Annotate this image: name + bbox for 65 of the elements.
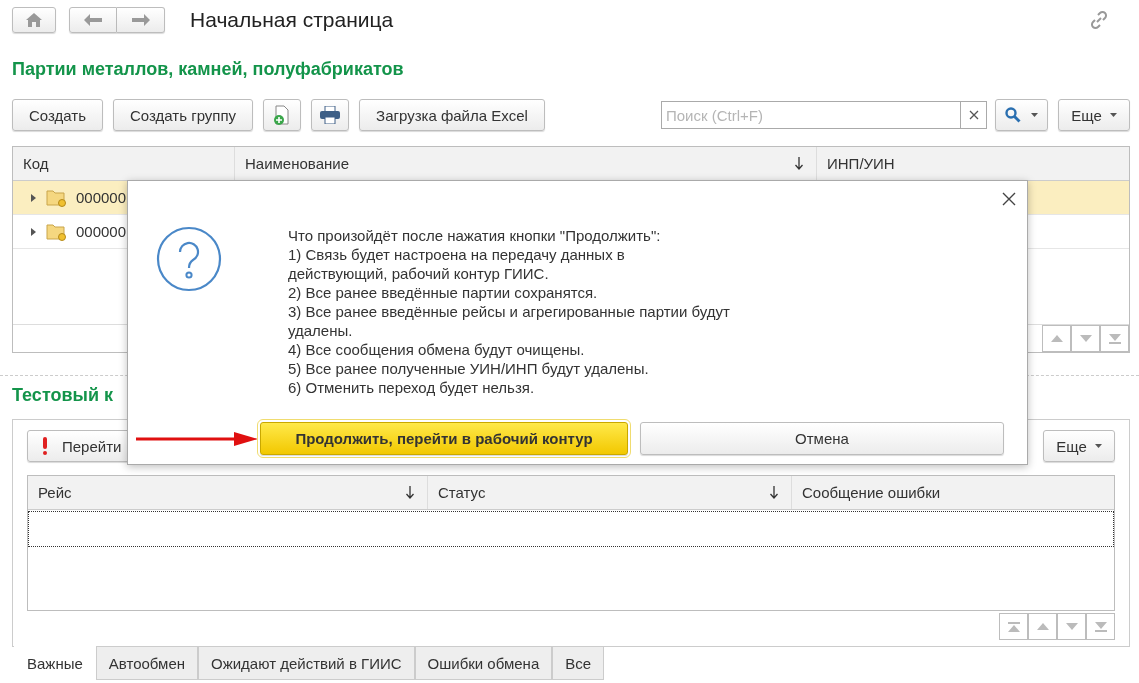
scroll-down-button[interactable] [1057, 613, 1086, 640]
search-button[interactable] [995, 99, 1048, 131]
clear-button[interactable] [961, 101, 987, 129]
toolbar-button[interactable]: Загрузка файла Excel [359, 99, 545, 131]
home-icon [26, 13, 42, 27]
scroll-end-icon [1108, 333, 1121, 344]
tab[interactable]: Ошибки обмена [414, 646, 553, 680]
scroll-start-button[interactable] [999, 613, 1028, 640]
toolbar-button[interactable]: Создать [12, 99, 103, 131]
scroll-end-icon [1094, 621, 1107, 632]
more-button[interactable]: Еще [1058, 99, 1130, 131]
table-cell: 000000 [76, 189, 127, 206]
tab[interactable]: Ожидают действий в ГИИС [198, 646, 415, 680]
down-triangle-icon [1079, 335, 1092, 342]
caret-icon [1094, 444, 1102, 448]
forward-button[interactable] [117, 7, 165, 33]
scroll-up-button[interactable] [1028, 613, 1057, 640]
scroll-up-button[interactable] [1042, 325, 1071, 352]
column-header[interactable]: ИНП/УИН [817, 147, 1129, 180]
add-document-button[interactable] [263, 99, 302, 131]
scroll-down-button[interactable] [1071, 325, 1100, 352]
scroll-start-icon [1007, 621, 1020, 632]
right-arrow-icon [131, 14, 150, 26]
sort-arrow-icon [405, 486, 415, 499]
folder-icon [46, 222, 66, 241]
scroll-end-button[interactable] [1100, 325, 1129, 352]
up-triangle-icon [1050, 335, 1063, 342]
section-title: Партии металлов, камней, полуфабрикатов [12, 59, 405, 81]
print-button[interactable] [311, 99, 350, 131]
tab[interactable]: Все [552, 646, 605, 680]
search-icon [1005, 107, 1021, 123]
down-triangle-icon [1065, 623, 1078, 630]
page-title: Начальная страница [190, 8, 394, 32]
close-icon[interactable] [1002, 192, 1016, 206]
sort-arrow-icon [794, 157, 804, 170]
add-document-icon [273, 105, 292, 125]
clear-icon [968, 110, 979, 120]
column-header[interactable]: Статус [428, 476, 792, 509]
sort-arrow-icon [769, 486, 779, 499]
printer-icon [320, 106, 341, 124]
dialog-message: Что произойдёт после нажатия кнопки "Продолжить": 1) Связь будет настроена на передачу данных в действующий, рабочий контур ГИИС. 2) Все ранее введённые партии сохранятся. 3) Все ранее введённые рейсы и агрегированные партии будут удалены. 4) Все сообщения обмена будут очищены. 5) Все ранее полученные УИН/ИНП будут удалены. 6) Отменить переход будет нельзя. [288, 226, 730, 397]
section-title: Тестовый к [12, 385, 113, 407]
tab[interactable]: Автообмен [95, 646, 199, 680]
search-field[interactable]: Поиск (Ctrl+F) [661, 101, 961, 129]
left-arrow-icon [84, 14, 102, 26]
up-triangle-icon [1036, 623, 1049, 630]
expand-icon[interactable] [31, 227, 36, 236]
toolbar-button[interactable]: Создать группу [113, 99, 254, 131]
more-button[interactable]: Еще [1043, 430, 1115, 462]
caret-icon [1109, 113, 1117, 117]
column-header[interactable]: Рейс [28, 476, 428, 509]
home-button[interactable] [12, 7, 56, 33]
dialog-button[interactable]: Продолжить, перейти в рабочий контур [260, 422, 628, 455]
column-header[interactable]: Сообщение ошибки [792, 476, 1114, 509]
table-cell: 000000 [76, 223, 127, 240]
question-icon [156, 226, 222, 292]
expand-icon[interactable] [31, 193, 36, 202]
dialog-button[interactable]: Отмена [640, 422, 1004, 455]
link-icon[interactable] [1089, 10, 1109, 30]
scroll-end-button[interactable] [1086, 613, 1115, 640]
folder-icon [46, 188, 66, 207]
caret-icon [1031, 113, 1038, 117]
exclamation-icon [42, 437, 48, 455]
back-button[interactable] [69, 7, 117, 33]
table-row[interactable] [28, 511, 1114, 547]
